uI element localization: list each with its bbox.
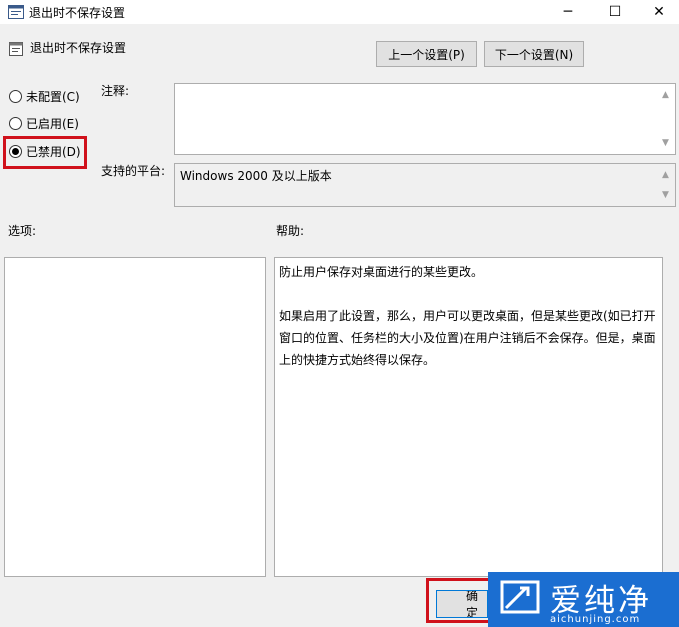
maximize-button[interactable]: ☐ <box>592 0 638 24</box>
minimize-button[interactable]: ─ <box>545 0 591 24</box>
watermark-url: aichunjing.com <box>550 614 641 625</box>
highlight-box-disabled <box>3 136 87 169</box>
help-panel: 防止用户保存对桌面进行的某些更改。 如果启用了此设置，那么，用户可以更改桌面，但… <box>274 257 663 577</box>
window-title: 退出时不保存设置 <box>29 6 126 20</box>
setting-name: 退出时不保存设置 <box>30 41 127 55</box>
radio-label: 已启用(E) <box>26 117 79 131</box>
radio-button[interactable] <box>9 117 22 130</box>
help-label: 帮助: <box>276 224 305 238</box>
policy-setting-icon <box>9 42 23 56</box>
radio-label: 未配置(C) <box>26 90 80 104</box>
help-paragraph <box>279 283 658 305</box>
highlight-box-ok <box>426 578 492 623</box>
watermark-logo: 爱纯净 aichunjing.com <box>488 572 679 627</box>
close-button[interactable]: ✕ <box>636 0 679 24</box>
scroll-up-icon[interactable]: ▲ <box>661 170 670 180</box>
next-setting-button[interactable]: 下一个设置(N) <box>484 41 584 67</box>
watermark-logo-icon <box>500 580 540 614</box>
scroll-up-icon[interactable]: ▲ <box>661 90 670 100</box>
radio-enabled[interactable]: 已启用(E) <box>9 115 79 132</box>
help-paragraph: 防止用户保存对桌面进行的某些更改。 <box>279 265 484 279</box>
supported-platform-label: 支持的平台: <box>101 164 166 178</box>
window-app-icon <box>8 5 24 19</box>
supported-platform-field: Windows 2000 及以上版本 ▲ ▼ <box>174 163 676 207</box>
comment-label: 注释: <box>101 84 130 98</box>
help-text: 防止用户保存对桌面进行的某些更改。 如果启用了此设置，那么，用户可以更改桌面，但… <box>279 261 658 371</box>
options-panel <box>4 257 266 577</box>
radio-not-configured[interactable]: 未配置(C) <box>9 88 80 105</box>
supported-platform-value: Windows 2000 及以上版本 <box>180 169 332 183</box>
scroll-down-icon[interactable]: ▼ <box>661 190 670 200</box>
radio-button[interactable] <box>9 90 22 103</box>
scroll-down-icon[interactable]: ▼ <box>661 138 670 148</box>
previous-setting-button[interactable]: 上一个设置(P) <box>376 41 477 67</box>
options-label: 选项: <box>8 224 37 238</box>
help-paragraph: 如果启用了此设置，那么，用户可以更改桌面，但是某些更改(如已打开窗口的位置、任务… <box>279 309 656 367</box>
comment-textarea[interactable]: ▲ ▼ <box>174 83 676 155</box>
title-bar: 退出时不保存设置 ─ ☐ ✕ <box>0 0 679 24</box>
